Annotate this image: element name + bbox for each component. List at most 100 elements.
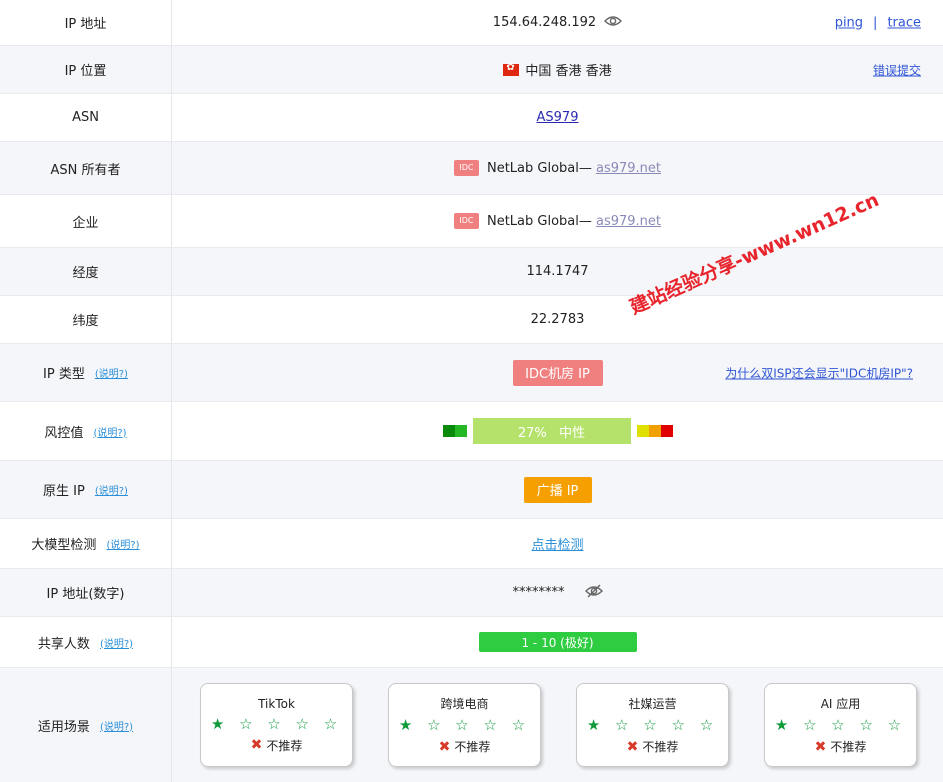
- value-ip-address: 154.64.248.192 ping | trace: [172, 0, 943, 45]
- recommendation-text: 不推荐: [266, 738, 303, 753]
- row-longitude: 经度 114.1747: [0, 248, 943, 296]
- row-llm-check: 大模型检测 (说明?) 点击检测: [0, 519, 943, 569]
- shared-label-text: 共享人数: [37, 636, 90, 652]
- row-shared-users: 共享人数 (说明?) 1 - 10 (极好): [0, 617, 943, 668]
- risk-low-indicator: [442, 425, 467, 437]
- location-text: 中国 香港 香港: [525, 64, 612, 79]
- help-link[interactable]: (说明?): [106, 536, 139, 551]
- value-asn: AS979: [172, 94, 943, 141]
- star-icon: ☆ ☆ ☆ ☆: [803, 716, 907, 734]
- recommendation-text: 不推荐: [454, 740, 491, 754]
- scenario-cards: TikTok ★ ☆ ☆ ☆ ☆ ✖ 不推荐 跨境电商 ★ ☆ ☆ ☆ ☆ ✖ 不推…: [172, 683, 943, 767]
- ping-link[interactable]: ping: [835, 15, 863, 30]
- help-link[interactable]: (说明?): [95, 365, 128, 380]
- star-icon: ★: [398, 716, 418, 734]
- value-risk: 27% 中性: [172, 402, 943, 460]
- company-domain-link[interactable]: as979.net: [596, 214, 661, 229]
- report-error-text[interactable]: 错误提交: [873, 63, 921, 77]
- why-idc-link[interactable]: 为什么双ISP还会显示"IDC机房IP"?: [725, 364, 913, 381]
- value-shared-users: 1 - 10 (极好): [172, 617, 943, 667]
- asn-owner-domain-link[interactable]: as979.net: [596, 161, 661, 176]
- label-llm-check: 大模型检测 (说明?): [0, 519, 172, 568]
- scenario-name: 跨境电商: [440, 697, 489, 711]
- help-link[interactable]: (说明?): [100, 718, 133, 733]
- star-icon: ★: [210, 714, 230, 733]
- value-ip-numeric: ********: [172, 569, 943, 616]
- label-company: 企业: [0, 195, 172, 247]
- check-link[interactable]: 点击检测: [531, 534, 583, 553]
- shared-users-badge: 1 - 10 (极好): [478, 632, 637, 652]
- trace-link[interactable]: trace: [887, 15, 921, 30]
- row-asn: ASN AS979: [0, 94, 943, 142]
- scenario-name: 社媒运营: [628, 697, 677, 711]
- star-rating: ★ ☆ ☆ ☆ ☆: [775, 716, 906, 734]
- scenario-name: TikTok: [258, 696, 295, 711]
- label-ip-location: IP 位置: [0, 46, 172, 93]
- risk-meter: 27% 中性: [472, 418, 631, 444]
- row-ip-location: IP 位置 中国 香港 香港 错误提交: [0, 46, 943, 94]
- label-ip-address: IP 地址: [0, 0, 172, 45]
- star-icon: ☆ ☆ ☆ ☆: [427, 716, 531, 734]
- ip-tool-links: ping | trace: [835, 15, 921, 30]
- label-risk: 风控值 (说明?): [0, 402, 172, 460]
- idc-tag: IDC: [453, 213, 479, 229]
- label-latitude: 纬度: [0, 296, 172, 343]
- row-ip-address: IP 地址 154.64.248.192 ping | trace: [0, 0, 943, 46]
- longitude-text: 114.1747: [526, 264, 589, 279]
- value-scenarios: TikTok ★ ☆ ☆ ☆ ☆ ✖ 不推荐 跨境电商 ★ ☆ ☆ ☆ ☆ ✖ 不推…: [172, 668, 943, 782]
- help-link[interactable]: (说明?): [95, 482, 128, 497]
- scenario-name: AI 应用: [820, 697, 861, 711]
- idc-tag: IDC: [453, 160, 479, 176]
- llm-label-text: 大模型检测: [31, 538, 97, 553]
- value-asn-owner: IDC NetLab Global— as979.net: [172, 142, 943, 194]
- scenario-card-social: 社媒运营 ★ ☆ ☆ ☆ ☆ ✖ 不推荐: [576, 683, 729, 767]
- ip-info-table: IP 地址 154.64.248.192 ping | trace IP 位置 中国…: [0, 0, 943, 782]
- label-scenarios: 适用场景 (说明?): [0, 668, 172, 782]
- label-shared-users: 共享人数 (说明?): [0, 617, 172, 667]
- recommendation: ✖ 不推荐: [627, 738, 679, 755]
- risk-label-text: 风控值: [44, 425, 84, 441]
- asn-owner-name: NetLab Global—: [486, 160, 596, 176]
- native-ip-label-text: 原生 IP: [43, 484, 85, 499]
- recommendation-text: 不推荐: [642, 740, 679, 754]
- row-risk: 风控值 (说明?) 27% 中性: [0, 402, 943, 461]
- idc-room-ip-badge: IDC机房 IP: [512, 359, 603, 386]
- eye-off-icon[interactable]: [584, 584, 603, 602]
- asn-link[interactable]: AS979: [537, 110, 579, 125]
- x-mark-icon: ✖: [438, 738, 451, 755]
- row-asn-owner: ASN 所有者 IDC NetLab Global— as979.net: [0, 142, 943, 195]
- help-link[interactable]: (说明?): [100, 635, 133, 650]
- recommendation-text: 不推荐: [830, 740, 867, 754]
- company-name: NetLab Global—: [486, 213, 596, 229]
- star-icon: ☆ ☆ ☆ ☆: [239, 714, 343, 733]
- label-ip-type: IP 类型 (说明?): [0, 344, 172, 401]
- label-longitude: 经度: [0, 248, 172, 295]
- broadcast-ip-badge: 广播 IP: [523, 476, 592, 503]
- why-idc-link-text[interactable]: 为什么双ISP还会显示"IDC机房IP"?: [725, 366, 913, 380]
- latitude-text: 22.2783: [530, 312, 585, 327]
- label-ip-numeric: IP 地址(数字): [0, 569, 172, 616]
- help-link[interactable]: (说明?): [93, 424, 126, 439]
- recommendation: ✖ 不推荐: [251, 737, 303, 754]
- row-native-ip: 原生 IP (说明?) 广播 IP: [0, 461, 943, 519]
- star-rating: ★ ☆ ☆ ☆ ☆: [211, 715, 342, 733]
- recommendation: ✖ 不推荐: [815, 738, 867, 755]
- x-mark-icon: ✖: [626, 738, 639, 755]
- eye-icon[interactable]: [604, 15, 623, 31]
- star-icon: ☆ ☆ ☆ ☆: [615, 716, 719, 734]
- label-asn: ASN: [0, 94, 172, 141]
- row-ip-type: IP 类型 (说明?) IDC机房 IP 为什么双ISP还会显示"IDC机房IP…: [0, 344, 943, 402]
- star-icon: ★: [774, 716, 794, 734]
- ip-type-label-text: IP 类型: [43, 367, 85, 382]
- report-error-link[interactable]: 错误提交: [873, 61, 921, 78]
- risk-high-indicator: [636, 425, 673, 437]
- star-rating: ★ ☆ ☆ ☆ ☆: [399, 716, 530, 734]
- hong-kong-flag-icon: [503, 62, 520, 76]
- row-ip-numeric: IP 地址(数字) ********: [0, 569, 943, 617]
- scenario-card-tiktok: TikTok ★ ☆ ☆ ☆ ☆ ✖ 不推荐: [200, 683, 353, 767]
- label-asn-owner: ASN 所有者: [0, 142, 172, 194]
- value-longitude: 114.1747: [172, 248, 943, 295]
- label-native-ip: 原生 IP (说明?): [0, 461, 172, 518]
- row-latitude: 纬度 22.2783: [0, 296, 943, 344]
- star-rating: ★ ☆ ☆ ☆ ☆: [587, 716, 718, 734]
